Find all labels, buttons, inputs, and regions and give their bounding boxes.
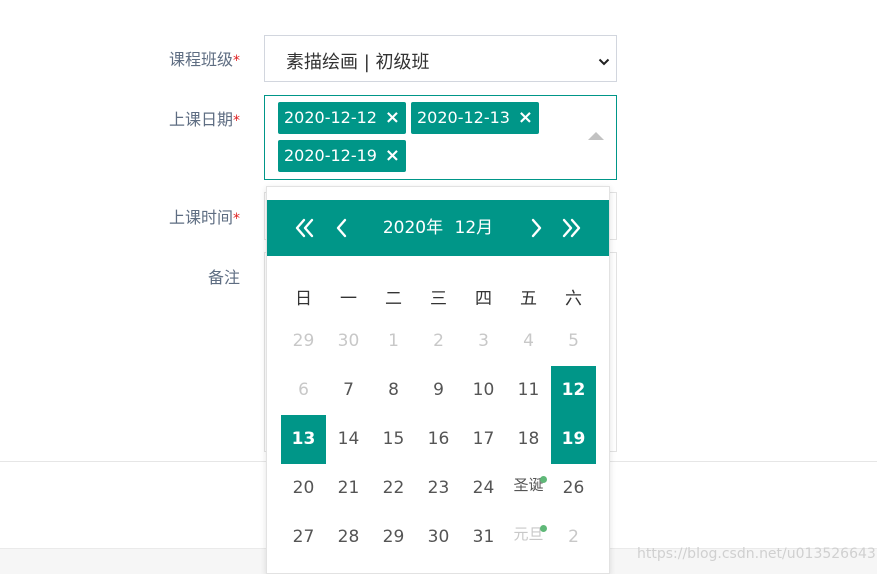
next-year-icon[interactable] [559,215,585,241]
calendar-day[interactable]: 20 [281,464,326,513]
calendar-day[interactable]: 10 [461,366,506,415]
calendar-day[interactable]: 1 [371,317,416,366]
calendar-day[interactable]: 31 [461,513,506,562]
calendar-day[interactable]: 30 [416,513,461,562]
calendar-day[interactable]: 17 [461,415,506,464]
calendar-day[interactable]: 22 [371,464,416,513]
calendar-day[interactable]: 21 [326,464,371,513]
remark-label: 备注 [207,268,240,287]
calendar-day-selected[interactable]: 12 [551,366,596,415]
calendar-day[interactable]: 29 [371,513,416,562]
calendar-day[interactable]: 2 [551,513,596,562]
dates-label: 上课日期* [168,110,240,129]
calendar-day[interactable]: 16 [416,415,461,464]
close-icon[interactable]: × [518,102,533,134]
calendar-day[interactable]: 圣诞 [506,464,551,513]
festival-dot-icon [540,476,547,483]
weekday-header: 二 [385,289,402,309]
calendar-month[interactable]: 12月 [455,218,494,238]
calendar-day[interactable]: 2 [416,317,461,366]
date-tag[interactable]: 2020-12-12 × [278,102,406,134]
calendar-day-selected[interactable]: 19 [551,415,596,464]
required-mark: * [233,53,240,69]
calendar-day[interactable]: 29 [281,317,326,366]
weekday-header: 六 [565,289,582,309]
calendar-day[interactable]: 26 [551,464,596,513]
calendar-day[interactable]: 元旦 [506,513,551,562]
calendar-day-selected[interactable]: 13 [281,415,326,464]
calendar-day[interactable]: 4 [506,317,551,366]
chevron-down-icon [598,53,610,66]
calendar-day[interactable]: 8 [371,366,416,415]
calendar-header: 2020年 12月 [267,200,609,256]
close-icon[interactable]: × [385,140,400,172]
course-label: 课程班级* [168,50,240,69]
calendar-day[interactable]: 3 [461,317,506,366]
course-select-value: 素描绘画 | 初级班 [286,52,430,73]
close-icon[interactable]: × [385,102,400,134]
weekday-header: 三 [430,289,447,309]
calendar-day[interactable]: 23 [416,464,461,513]
course-select[interactable]: 素描绘画 | 初级班 [264,35,617,82]
calendar-title: 2020年 12月 [267,200,609,256]
required-mark: * [233,211,240,227]
date-tag[interactable]: 2020-12-13 × [411,102,539,134]
calendar-day[interactable]: 6 [281,366,326,415]
calendar-day[interactable]: 5 [551,317,596,366]
calendar-day[interactable]: 14 [326,415,371,464]
festival-dot-icon [540,525,547,532]
watermark: https://blog.csdn.net/u013526643 [637,546,876,562]
next-month-icon[interactable] [523,215,549,241]
required-mark: * [233,113,240,129]
calendar-day[interactable]: 15 [371,415,416,464]
calendar-day[interactable]: 7 [326,366,371,415]
prev-month-icon[interactable] [329,215,355,241]
calendar-day[interactable]: 18 [506,415,551,464]
date-tag[interactable]: 2020-12-19 × [278,140,406,172]
calendar-day[interactable]: 11 [506,366,551,415]
calendar-day[interactable]: 9 [416,366,461,415]
calendar-day[interactable]: 30 [326,317,371,366]
weekday-header: 日 [295,289,312,309]
date-multi-select[interactable]: 2020-12-12 × 2020-12-13 × 2020-12-19 × [264,95,617,180]
calendar-day[interactable]: 27 [281,513,326,562]
weekday-header: 一 [340,289,357,309]
caret-up-icon[interactable] [588,132,604,140]
weekday-header: 五 [520,289,537,309]
prev-year-icon[interactable] [291,215,317,241]
calendar-day[interactable]: 28 [326,513,371,562]
calendar-day[interactable]: 24 [461,464,506,513]
time-label: 上课时间* [168,208,240,227]
calendar-year[interactable]: 2020年 [383,218,443,238]
weekday-header: 四 [475,289,492,309]
date-picker-popup: 2020年 12月 日一二三四五六 29 30 1 2 3 4 5 6 7 8 9 10 11 12 13 14… [266,186,610,574]
